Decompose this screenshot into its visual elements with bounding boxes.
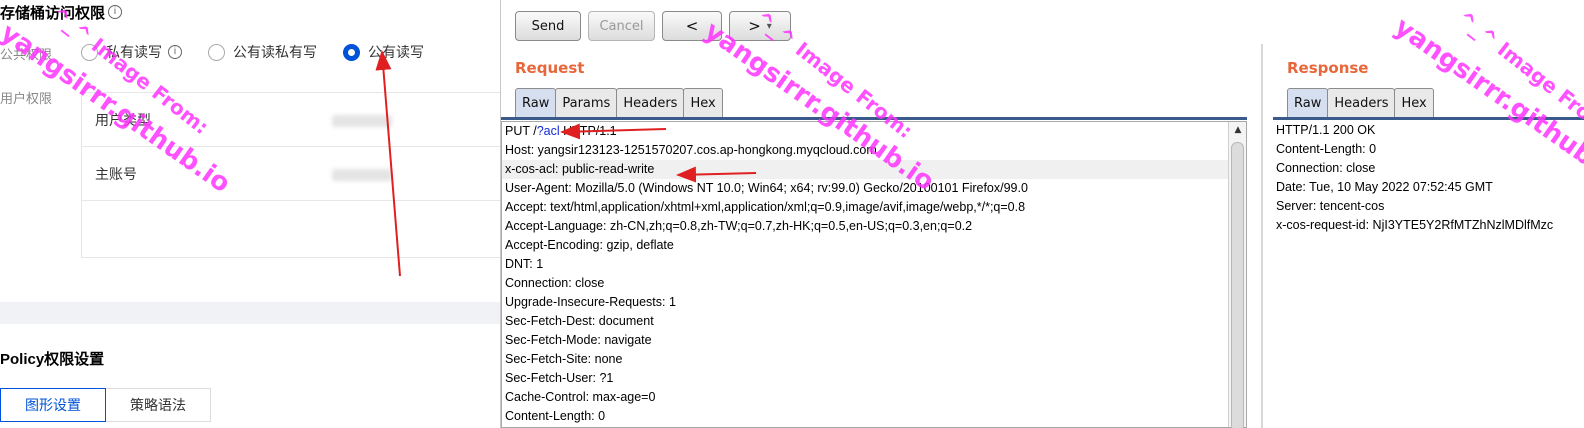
request-line[interactable]: Content-Length: 0 xyxy=(502,407,1246,426)
request-editor[interactable]: PUT /?acl HTTP/1.1 Host: yangsir123123-12… xyxy=(501,121,1247,428)
user-permission-label: 用户权限 xyxy=(0,91,53,106)
request-tab-params[interactable]: Params xyxy=(555,88,618,117)
request-line[interactable]: Accept-Language: zh-CN,zh;q=0.8,zh-TW;q=… xyxy=(502,217,1246,236)
burp-repeater-window: Send Cancel < > ▾ Request Raw Params Hea… xyxy=(500,0,1584,428)
blurred-value xyxy=(332,169,392,181)
request-line-text: Cache-Control: max-age=0 xyxy=(505,390,656,404)
request-line-text: Sec-Fetch-Mode: navigate xyxy=(505,333,652,347)
request-line-text: Content-Length: 0 xyxy=(505,409,606,423)
table-row xyxy=(82,201,500,255)
request-line[interactable]: Sec-Fetch-Dest: document xyxy=(502,312,1246,331)
response-line[interactable]: Connection: close xyxy=(1273,159,1584,178)
scroll-thumb[interactable] xyxy=(1231,142,1244,428)
request-line-text: Sec-Fetch-User: ?1 xyxy=(505,371,614,385)
radio-circle[interactable] xyxy=(208,43,225,61)
response-line[interactable]: Content-Length: 0 xyxy=(1273,140,1584,159)
radio-public-read-private-write[interactable]: 公有读私有写 xyxy=(208,42,317,62)
request-line-text: Sec-Fetch-Dest: document xyxy=(505,314,654,328)
bucket-permission-section: 存储桶访问权限 i 公共权限 私有读写 i 公有读私有写 公有读写 用户权限 用… xyxy=(0,0,500,302)
table-cell: 主账号 xyxy=(95,165,137,182)
response-line[interactable]: x-cos-request-id: NjI3YTE5Y2RfMTZhNzlMDl… xyxy=(1273,216,1584,235)
request-line-text: Accept-Language: zh-CN,zh;q=0.8,zh-TW;q=… xyxy=(505,219,973,233)
public-permission-radio-group: 私有读写 i 公有读私有写 公有读写 xyxy=(81,42,450,62)
request-line-text: Upgrade-Insecure-Requests: 1 xyxy=(505,295,676,309)
send-button[interactable]: Send xyxy=(515,11,581,41)
response-editor[interactable]: HTTP/1.1 200 OK Content-Length: 0 Connecti… xyxy=(1273,121,1584,428)
request-line[interactable]: User-Agent: Mozilla/5.0 (Windows NT 10.0… xyxy=(502,179,1246,198)
tab-graphic-settings[interactable]: 图形设置 xyxy=(0,388,106,422)
response-title: Response xyxy=(1287,59,1369,77)
response-tab-hex[interactable]: Hex xyxy=(1394,88,1434,117)
request-query-param: ?acl xyxy=(536,124,560,138)
request-line-text: Host: yangsir123123-1251570207.cos.ap-ho… xyxy=(505,143,877,157)
request-line[interactable]: Connection: close xyxy=(502,274,1246,293)
request-tabs: Raw Params Headers Hex xyxy=(515,88,723,117)
request-line[interactable]: Accept: text/html,application/xhtml+xml,… xyxy=(502,198,1246,217)
tab-policy-syntax[interactable]: 策略语法 xyxy=(106,388,211,422)
response-line[interactable]: Date: Tue, 10 May 2022 07:52:45 GMT xyxy=(1273,178,1584,197)
request-text[interactable]: PUT /?acl HTTP/1.1 Host: yangsir123123-12… xyxy=(502,122,1246,426)
chevron-left-icon: < xyxy=(685,17,699,35)
request-line[interactable]: Sec-Fetch-User: ?1 xyxy=(502,369,1246,388)
response-tab-headers[interactable]: Headers xyxy=(1327,88,1396,117)
request-line[interactable]: DNT: 1 xyxy=(502,255,1246,274)
policy-title: Policy权限设置 xyxy=(0,351,105,368)
radio-public-read-write[interactable]: 公有读写 xyxy=(343,42,424,62)
response-line[interactable]: Server: tencent-cos xyxy=(1273,197,1584,216)
pane-splitter[interactable] xyxy=(1261,44,1263,428)
table-row: 主账号 xyxy=(82,147,500,201)
request-line-text: x-cos-acl: public-read-write xyxy=(505,162,655,176)
request-line[interactable]: Sec-Fetch-Mode: navigate xyxy=(502,331,1246,350)
radio-label: 公有读写 xyxy=(368,44,424,60)
request-scrollbar[interactable]: ▲ xyxy=(1228,122,1247,428)
request-line-text: Accept: text/html,application/xhtml+xml,… xyxy=(505,200,1026,214)
request-line[interactable]: Cache-Control: max-age=0 xyxy=(502,388,1246,407)
info-icon[interactable]: i xyxy=(108,5,123,19)
request-line-text: Connection: close xyxy=(505,276,605,290)
request-tab-headers[interactable]: Headers xyxy=(616,88,685,117)
request-line-text: PUT / xyxy=(505,124,537,138)
response-tabs: Raw Headers Hex xyxy=(1287,88,1434,117)
request-line-text: Sec-Fetch-Site: none xyxy=(505,352,623,366)
scroll-up-icon[interactable]: ▲ xyxy=(1229,122,1247,138)
request-line[interactable]: Upgrade-Insecure-Requests: 1 xyxy=(502,293,1246,312)
radio-label: 公有读私有写 xyxy=(233,44,317,60)
section-divider xyxy=(0,302,500,324)
request-line-text: HTTP/1.1 xyxy=(559,124,617,138)
request-line[interactable]: Sec-Fetch-Site: none xyxy=(502,350,1246,369)
blurred-value xyxy=(332,115,392,127)
info-icon[interactable]: i xyxy=(168,45,182,59)
request-line-text: User-Agent: Mozilla/5.0 (Windows NT 10.0… xyxy=(505,181,1028,195)
response-tab-raw[interactable]: Raw xyxy=(1287,88,1329,117)
request-line-text: Accept-Encoding: gzip, deflate xyxy=(505,238,674,252)
request-tab-raw[interactable]: Raw xyxy=(515,88,557,117)
cancel-button[interactable]: Cancel xyxy=(588,11,655,41)
request-title: Request xyxy=(515,59,585,77)
request-tab-hex[interactable]: Hex xyxy=(683,88,723,117)
request-line[interactable]: Accept-Encoding: gzip, deflate xyxy=(502,236,1246,255)
policy-tabs: 图形设置 策略语法 xyxy=(0,388,211,422)
radio-circle-selected[interactable] xyxy=(343,43,360,61)
request-line-text: DNT: 1 xyxy=(505,257,544,271)
